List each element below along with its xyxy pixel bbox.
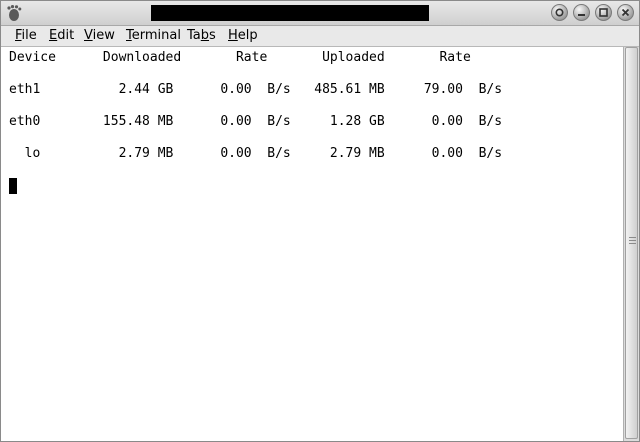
close-icon <box>621 8 630 17</box>
text-cursor <box>9 178 17 194</box>
menu-edit[interactable]: Edit <box>49 28 74 43</box>
menu-file[interactable]: File <box>15 28 37 43</box>
window-menu-button[interactable] <box>551 4 568 21</box>
maximize-button[interactable] <box>595 4 612 21</box>
menu-bar: File Edit View Terminal Tabs Help <box>1 26 639 47</box>
scroll-grip-line <box>629 243 636 244</box>
terminal-row-eth0: eth0 155.48 MB 0.00 B/s 1.28 GB 0.00 B/s <box>9 114 503 129</box>
title-bar[interactable] <box>1 1 639 26</box>
minimize-icon <box>578 14 585 16</box>
terminal-row-lo: lo 2.79 MB 0.00 B/s 2.79 MB 0.00 B/s <box>9 146 503 161</box>
terminal-window: File Edit View Terminal Tabs Help Device… <box>0 0 640 442</box>
close-button[interactable] <box>617 4 634 21</box>
scroll-grip-line <box>629 237 636 238</box>
maximize-icon <box>599 8 608 17</box>
terminal-row-eth1: eth1 2.44 GB 0.00 B/s 485.61 MB 79.00 B/… <box>9 82 503 97</box>
menu-terminal[interactable]: Terminal <box>126 28 181 43</box>
terminal-output[interactable]: Device Downloaded Rate Uploaded Rate eth… <box>1 47 623 441</box>
scroll-grip-line <box>629 240 636 241</box>
gnome-foot-icon[interactable] <box>5 4 23 22</box>
menu-icon <box>555 8 564 17</box>
vertical-scrollbar[interactable] <box>623 47 639 441</box>
scrollbar-thumb[interactable] <box>625 47 638 439</box>
window-title-redacted <box>151 5 429 21</box>
minimize-button[interactable] <box>573 4 590 21</box>
menu-view[interactable]: View <box>84 28 115 43</box>
menu-tabs[interactable]: Tabs <box>187 28 216 43</box>
menu-help[interactable]: Help <box>228 28 258 43</box>
terminal-header-line: Device Downloaded Rate Uploaded Rate <box>9 50 471 65</box>
